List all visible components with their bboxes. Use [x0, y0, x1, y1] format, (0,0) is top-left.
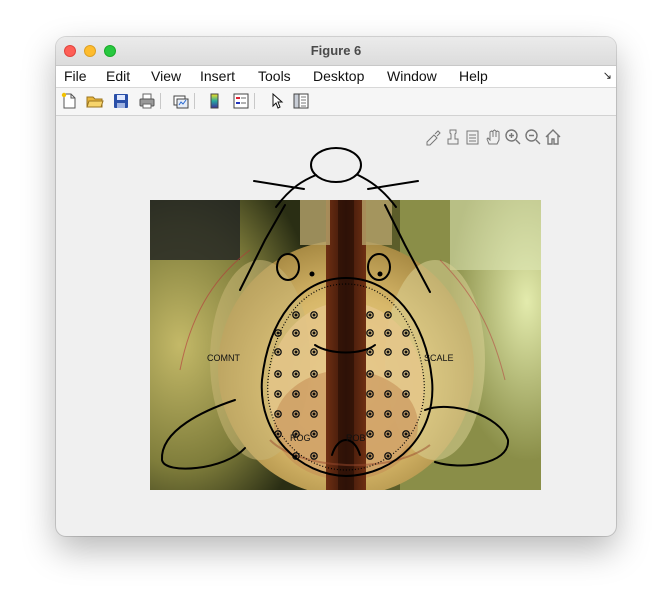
label-rog: ROG — [290, 433, 311, 443]
label-rob: ROB — [346, 433, 366, 443]
save-icon[interactable] — [112, 92, 130, 110]
overlay-drawing — [160, 204, 510, 478]
new-figure-icon[interactable] — [60, 92, 78, 110]
brush-icon[interactable] — [424, 128, 442, 146]
label-comnt: COMNT — [207, 353, 240, 363]
data-cursor-icon[interactable] — [444, 128, 462, 146]
menu-window[interactable]: Window — [387, 68, 437, 84]
title-bar[interactable]: Figure 6 — [56, 37, 616, 66]
anatomy-image[interactable]: COMNT SCALE ROG ROB — [150, 200, 541, 490]
pan-hand-icon[interactable] — [484, 128, 502, 146]
menu-view[interactable]: View — [151, 68, 181, 84]
menu-file[interactable]: File — [64, 68, 87, 84]
print-icon[interactable] — [138, 92, 156, 110]
zoom-in-icon[interactable] — [504, 128, 522, 146]
window-title: Figure 6 — [310, 43, 362, 58]
property-inspector-icon[interactable] — [292, 92, 310, 110]
datatip-icon[interactable] — [464, 128, 482, 146]
colorbar-icon[interactable] — [206, 92, 224, 110]
open-file-icon[interactable] — [86, 92, 104, 110]
toolbar-separator — [254, 93, 255, 109]
toolbar-separator — [194, 93, 195, 109]
toolbar-separator — [160, 93, 161, 109]
figure-toolbar — [56, 88, 616, 116]
head-outline — [253, 147, 419, 208]
menu-tools[interactable]: Tools — [258, 68, 291, 84]
menu-bar: File Edit View Insert Tools Desktop Wind… — [56, 66, 616, 88]
legend-icon[interactable] — [232, 92, 250, 110]
edit-plot-arrow-icon[interactable] — [268, 92, 286, 110]
zoom-out-icon[interactable] — [524, 128, 542, 146]
menu-insert[interactable]: Insert — [200, 68, 235, 84]
menu-desktop[interactable]: Desktop — [313, 68, 364, 84]
menu-edit[interactable]: Edit — [106, 68, 130, 84]
link-plot-icon[interactable] — [172, 92, 190, 110]
menu-help[interactable]: Help — [459, 68, 488, 84]
label-scale: SCALE — [424, 353, 454, 363]
dock-arrow-icon[interactable]: ↘ — [603, 69, 612, 82]
home-icon[interactable] — [544, 128, 562, 146]
figure-window: Figure 6 File Edit View Insert Tools Des… — [56, 37, 616, 536]
